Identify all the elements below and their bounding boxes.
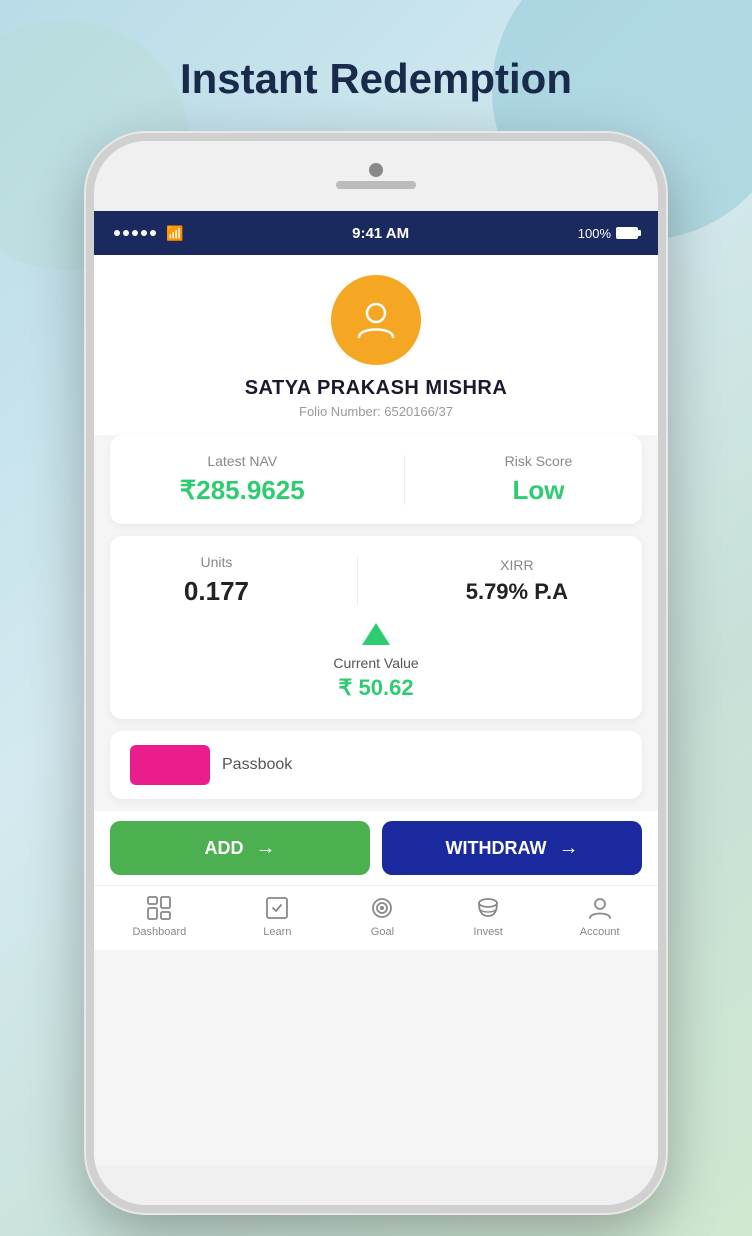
nav-value: ₹285.9625	[180, 475, 305, 506]
risk-value: Low	[512, 475, 564, 506]
nav-item-learn[interactable]: Learn	[263, 894, 291, 938]
account-icon	[586, 894, 614, 922]
passbook-label: Passbook	[222, 756, 292, 774]
stat-divider2	[357, 556, 358, 606]
passbook-section[interactable]: Passbook	[110, 731, 642, 799]
avatar	[331, 275, 421, 365]
invest-icon	[474, 894, 502, 922]
nav-label-invest: Invest	[473, 926, 502, 938]
arrow-up-icon	[362, 623, 390, 645]
xirr-label: XIRR	[500, 557, 533, 573]
nav-label: Latest NAV	[207, 453, 277, 469]
folio-number: Folio Number: 6520166/37	[299, 404, 453, 419]
nav-stat: Latest NAV ₹285.9625	[180, 453, 305, 506]
user-name: SATYA PRAKASH MISHRA	[245, 377, 508, 400]
units-xirr-card: Units 0.177 XIRR 5.79% P.A Current Value…	[110, 536, 642, 719]
units-value: 0.177	[184, 576, 249, 607]
nav-label-dashboard: Dashboard	[132, 926, 186, 938]
dashboard-icon	[145, 894, 173, 922]
phone-frame: 📶 9:41 AM 100% SATYA PRAKASH MISHRA Foli…	[86, 133, 666, 1213]
camera-icon	[369, 163, 383, 177]
nav-item-invest[interactable]: Invest	[473, 894, 502, 938]
battery-icon	[616, 227, 638, 239]
nav-item-goal[interactable]: Goal	[368, 894, 396, 938]
add-arrow-icon: →	[256, 837, 276, 860]
wifi-icon: 📶	[166, 225, 183, 242]
risk-label: Risk Score	[505, 453, 573, 469]
current-value-label: Current Value	[333, 655, 418, 671]
learn-icon	[263, 894, 291, 922]
bottom-buttons: ADD → WITHDRAW →	[94, 811, 658, 885]
units-stat: Units 0.177	[184, 554, 249, 607]
status-time: 9:41 AM	[352, 225, 409, 242]
status-left: 📶	[114, 225, 183, 242]
status-right: 100%	[578, 226, 638, 241]
phone-top	[94, 141, 658, 211]
nav-item-dashboard[interactable]: Dashboard	[132, 894, 186, 938]
nav-label-account: Account	[580, 926, 620, 938]
stat-divider	[404, 455, 405, 505]
speaker-icon	[336, 181, 416, 189]
add-button[interactable]: ADD →	[110, 821, 370, 875]
status-bar: 📶 9:41 AM 100%	[94, 211, 658, 255]
current-value-amount: ₹ 50.62	[338, 675, 413, 701]
profile-section: SATYA PRAKASH MISHRA Folio Number: 65201…	[94, 255, 658, 435]
app-content: SATYA PRAKASH MISHRA Folio Number: 65201…	[94, 255, 658, 1165]
units-label: Units	[201, 554, 233, 570]
nav-risk-card: Latest NAV ₹285.9625 Risk Score Low	[110, 435, 642, 524]
current-value-section: Current Value ₹ 50.62	[130, 623, 622, 701]
nav-label-goal: Goal	[371, 926, 394, 938]
bottom-nav: Dashboard Learn Goal	[94, 885, 658, 950]
risk-stat: Risk Score Low	[505, 453, 573, 506]
nav-item-account[interactable]: Account	[580, 894, 620, 938]
goal-icon	[368, 894, 396, 922]
passbook-tab	[130, 745, 210, 785]
battery-percentage: 100%	[578, 226, 611, 241]
xirr-value: 5.79% P.A	[466, 579, 568, 605]
signal-dots	[114, 230, 156, 236]
phone-bottom	[94, 1165, 658, 1205]
xirr-stat: XIRR 5.79% P.A	[466, 557, 568, 605]
withdraw-button[interactable]: WITHDRAW →	[382, 821, 642, 875]
page-title: Instant Redemption	[180, 55, 572, 103]
withdraw-arrow-icon: →	[558, 837, 578, 860]
nav-label-learn: Learn	[263, 926, 291, 938]
